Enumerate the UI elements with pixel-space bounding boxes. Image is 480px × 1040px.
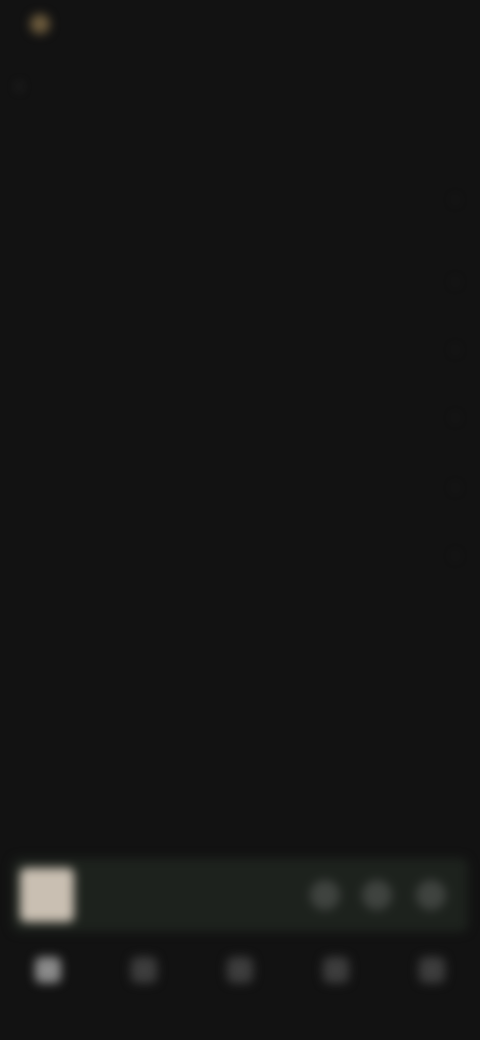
chevron-right-icon: › [452, 547, 458, 564]
back-icon[interactable]: ‹ [16, 76, 32, 96]
chevron-right-icon: › [452, 191, 458, 208]
chevron-right-icon: › [452, 479, 458, 496]
nav-item-profile[interactable] [288, 940, 384, 1020]
add-icon[interactable] [362, 880, 392, 910]
bottom-nav [0, 940, 480, 1040]
list-item[interactable]: › [0, 320, 480, 380]
nav-item-search[interactable] [96, 940, 192, 1020]
list-item[interactable]: › [0, 388, 480, 448]
album-art [20, 868, 74, 922]
list-item[interactable]: › [0, 526, 480, 586]
list-item[interactable]: › [0, 252, 480, 312]
page-header: ‹ [0, 62, 480, 114]
list-item[interactable]: › [0, 458, 480, 518]
play-icon[interactable] [416, 880, 446, 910]
nav-item-more[interactable] [384, 940, 480, 1020]
top-bar [0, 0, 480, 60]
chevron-right-icon: › [452, 409, 458, 426]
chevron-right-icon: › [452, 273, 458, 290]
section-header [22, 128, 458, 158]
nav-item-library[interactable] [192, 940, 288, 1020]
list-item[interactable]: › [0, 170, 480, 230]
logo-icon [30, 14, 50, 34]
library-icon [227, 957, 253, 983]
chevron-right-icon: › [452, 341, 458, 358]
search-icon [131, 957, 157, 983]
brand [30, 14, 60, 34]
profile-icon [323, 957, 349, 983]
nav-item-home[interactable] [0, 940, 96, 1020]
mini-player[interactable] [12, 858, 468, 932]
more-icon [419, 957, 445, 983]
like-icon[interactable] [310, 880, 340, 910]
home-icon [35, 957, 61, 983]
